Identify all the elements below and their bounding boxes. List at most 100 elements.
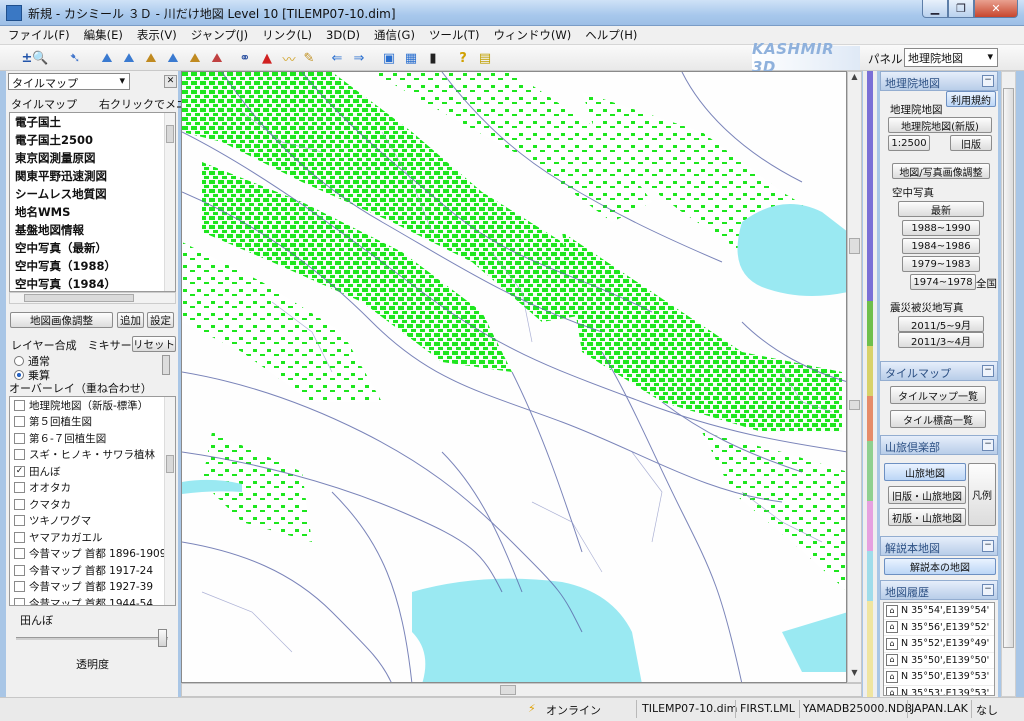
collapse-icon[interactable]: − — [982, 584, 994, 596]
menu-file[interactable]: ファイル(F) — [8, 27, 70, 43]
back-arrow-icon[interactable]: ⇐ — [328, 49, 346, 67]
overlay-item[interactable]: スギ・ヒノキ・サワラ植林 — [10, 447, 175, 464]
overlay-item[interactable]: 今昔マップ 首都 1896-1909 — [10, 546, 175, 563]
map-type-select[interactable]: タイルマップ — [8, 73, 130, 90]
list-item[interactable]: 関東平野迅速測図 — [10, 167, 175, 185]
aerial-1974-button[interactable]: 1974~1978 — [910, 274, 976, 290]
scroll-thumb[interactable] — [166, 125, 174, 143]
overlay-list[interactable]: 地理院地図（新版-標準） 第５回植生図 第６-７回植生図 スギ・ヒノキ・サワラ植… — [9, 396, 176, 606]
pencil-icon[interactable]: ✎ — [300, 49, 318, 67]
menu-tools[interactable]: ツール(T) — [429, 27, 480, 43]
scroll-up-arrow-icon[interactable]: ▲ — [848, 72, 861, 86]
overlay-item[interactable]: 地理院地図（新版-標準） — [10, 397, 175, 414]
map-image-adjust-button[interactable]: 地図画像調整 — [10, 312, 113, 328]
legend-button[interactable]: 凡例 — [968, 463, 996, 526]
terms-button[interactable]: 利用規約 — [946, 91, 996, 107]
add-button[interactable]: 追加 — [117, 312, 144, 328]
menu-edit[interactable]: 編集(E) — [84, 27, 123, 43]
collapse-icon[interactable]: − — [982, 540, 994, 552]
checkbox[interactable] — [14, 416, 25, 428]
context-help-icon[interactable]: ▤ — [476, 49, 494, 67]
overlay-item[interactable]: ヤマアカガエル — [10, 529, 175, 546]
overlay-item[interactable]: ツキノワグマ — [10, 513, 175, 530]
map-history-list[interactable]: ⌂ N 35°54',E139°54' ⌂ N 35°56',E139°52' ⌂ N… — [883, 602, 995, 696]
opacity-slider-knob[interactable] — [158, 629, 167, 647]
aerial-latest-button[interactable]: 最新 — [898, 201, 984, 217]
panel-select[interactable]: 地理院地図 — [904, 48, 998, 67]
mountain-view-5-icon[interactable]: ⛰ — [186, 49, 204, 67]
forward-arrow-icon[interactable]: ⇒ — [350, 49, 368, 67]
list-item[interactable]: 電子国土2500 — [10, 131, 175, 149]
checkbox[interactable] — [14, 449, 25, 461]
map-view[interactable] — [181, 71, 847, 683]
collapse-icon[interactable]: − — [982, 75, 994, 87]
map-hscroll-thumb[interactable] — [500, 685, 516, 695]
overlay-list-scrollbar[interactable] — [164, 397, 175, 605]
history-item[interactable]: ⌂ N 35°52',E139°49' — [884, 636, 994, 653]
zoom-search-icon[interactable]: ±🔍 — [21, 49, 48, 67]
overlay-item[interactable]: オオタカ — [10, 480, 175, 497]
radio-dot[interactable] — [14, 356, 24, 366]
yamatabi-map-button[interactable]: 山旅地図 — [884, 463, 966, 481]
tilemap-list[interactable]: 電子国土 電子国土2500 東京図測量原図 関東平野迅速測図 シームレス地質図 … — [9, 112, 176, 292]
right-panel-scroll-thumb[interactable] — [1003, 88, 1014, 648]
list-item[interactable]: 空中写真（最新） — [10, 239, 175, 257]
scroll-thumb[interactable] — [24, 294, 134, 302]
map-canvas[interactable] — [182, 72, 847, 683]
checkbox[interactable] — [14, 531, 25, 543]
map-horizontal-scrollbar[interactable] — [181, 683, 862, 697]
checkbox[interactable] — [14, 597, 25, 605]
map-vscroll-thumb[interactable] — [849, 400, 860, 410]
guide-map-button[interactable]: 解説本の地図 — [884, 558, 996, 575]
list-item[interactable]: 電子国土 — [10, 113, 175, 131]
minimize-button[interactable]: ▁ — [922, 0, 948, 18]
map-vscroll-thumb[interactable] — [849, 238, 860, 254]
help-icon[interactable]: ? — [454, 49, 472, 67]
reset-button[interactable]: リセット — [132, 336, 176, 352]
checkbox-checked[interactable]: ✓ — [14, 465, 25, 477]
right-panel-scrollbar[interactable] — [1001, 71, 1016, 697]
opacity-slider-track[interactable] — [16, 637, 168, 640]
tilemap-list-button[interactable]: タイルマップ一覧 — [890, 386, 986, 404]
history-item[interactable]: ⌂ N 35°50',E139°53' — [884, 669, 994, 686]
menu-link[interactable]: リンク(L) — [262, 27, 312, 43]
gsi-section-header[interactable]: 地理院地図 − — [880, 71, 998, 91]
list-item[interactable]: 空中写真（1988） — [10, 257, 175, 275]
quake-2011b-button[interactable]: 2011/3~4月 — [898, 332, 984, 348]
close-panel-icon[interactable]: ✕ — [164, 75, 177, 88]
old-version-button[interactable]: 旧版 — [950, 135, 992, 151]
overlay-item[interactable]: クマタカ — [10, 496, 175, 513]
scroll-thumb[interactable] — [166, 455, 174, 473]
menu-comm[interactable]: 通信(G) — [374, 27, 415, 43]
list-item[interactable]: 地名WMS — [10, 203, 175, 221]
list-item[interactable]: シームレス地質図 — [10, 185, 175, 203]
old-yamatabi-button[interactable]: 旧版・山旅地図 — [888, 486, 966, 504]
tilemap-section-header[interactable]: タイルマップ − — [880, 361, 998, 381]
mixer-slider[interactable] — [162, 355, 170, 375]
radio-dot[interactable] — [14, 370, 24, 380]
overlay-item[interactable]: 第５回植生図 — [10, 414, 175, 431]
tile-elevation-button[interactable]: タイル標高一覧 — [890, 410, 986, 428]
yamatabi-section-header[interactable]: 山旅倶楽部 − — [880, 435, 998, 455]
pointer-icon[interactable]: ➷ — [66, 49, 84, 67]
history-section-header[interactable]: 地図履歴 − — [880, 580, 998, 600]
guide-section-header[interactable]: 解説本地図 − — [880, 536, 998, 556]
list-item[interactable]: 空中写真（1984） — [10, 275, 175, 291]
checkbox[interactable] — [14, 581, 25, 593]
overlay-item[interactable]: 今昔マップ 首都 1927-39 — [10, 579, 175, 596]
quake-2011a-button[interactable]: 2011/5~9月 — [898, 316, 984, 332]
mountain-view-icon[interactable]: ⛰ — [98, 49, 116, 67]
close-button[interactable]: ✕ — [974, 0, 1018, 18]
checkbox[interactable] — [14, 432, 25, 444]
checkbox[interactable] — [14, 548, 25, 560]
first-yamatabi-button[interactable]: 初版・山旅地図 — [888, 508, 966, 526]
settings-button[interactable]: 設定 — [147, 312, 174, 328]
collapse-icon[interactable]: − — [982, 439, 994, 451]
list-item[interactable]: 東京図測量原図 — [10, 149, 175, 167]
checkbox[interactable] — [14, 498, 25, 510]
binoculars-icon[interactable]: ⚭ — [236, 49, 254, 67]
camera-icon[interactable]: ▣ — [380, 49, 398, 67]
tilemap-list-scrollbar[interactable] — [164, 113, 175, 291]
mountain-view-6-icon[interactable]: ⛰ — [208, 49, 226, 67]
checkbox[interactable] — [14, 515, 25, 527]
